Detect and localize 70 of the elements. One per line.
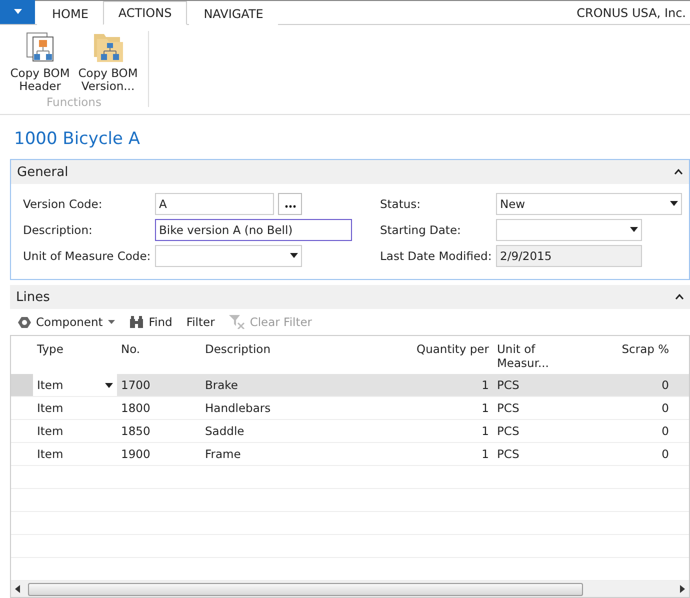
column-header[interactable]: No. — [117, 342, 201, 356]
right-arrow-icon — [680, 585, 685, 593]
table-cell-text: PCS — [496, 447, 520, 461]
caret-icon — [670, 201, 678, 206]
table-cell-text: Saddle — [204, 424, 246, 438]
hierarchy-folder-icon — [92, 31, 124, 63]
table-cell-text: PCS — [496, 424, 520, 438]
toolbar-button[interactable]: Find — [128, 315, 172, 329]
chevron-icon — [675, 294, 684, 300]
table-cell-text: 0 — [660, 401, 670, 415]
company-name: CRONUS USA, Inc. — [576, 6, 686, 20]
chevron-icon — [674, 169, 683, 175]
hierarchy-document-icon — [24, 31, 56, 63]
column-header[interactable]: Quantity per — [401, 342, 493, 356]
table-cell-text: Item — [36, 447, 64, 461]
clear-filter-icon — [228, 315, 245, 329]
ribbon-tab[interactable]: ACTIONS — [103, 1, 187, 25]
table-cell-text: 1 — [480, 424, 490, 438]
field-label: Status: — [380, 196, 422, 210]
table-cell-text: 1900 — [120, 447, 152, 461]
table-cell-text: 1 — [480, 378, 490, 392]
caret-icon — [108, 320, 115, 324]
hexagon-icon — [18, 316, 31, 328]
table-cell-text: PCS — [496, 401, 520, 415]
table-cell-text: Item — [36, 424, 64, 438]
field-label: Last Date Modified: — [380, 248, 493, 262]
caret-icon — [14, 9, 22, 14]
table-cell-text: 0 — [660, 378, 670, 392]
ribbon-action-button[interactable]: Copy BOM Version... — [74, 31, 142, 93]
field-label: Description: — [23, 222, 94, 236]
version-code-field[interactable]: A — [155, 192, 274, 214]
table-cell-text: Brake — [204, 378, 239, 392]
binoculars-icon — [128, 316, 144, 328]
dropdown-field[interactable]: New — [496, 192, 682, 214]
table-cell-text: 1850 — [120, 424, 152, 438]
table-cell-text: 1 — [480, 401, 490, 415]
toolbar-button[interactable]: Filter — [186, 315, 215, 329]
table-cell-text: PCS — [496, 378, 520, 392]
input-field[interactable]: Bike version A (no Bell) — [155, 218, 352, 240]
group-label: Functions — [46, 95, 102, 109]
field-label: Starting Date: — [380, 222, 462, 236]
column-header[interactable]: Type — [33, 342, 117, 356]
lookup-button[interactable] — [278, 192, 302, 214]
table-cell-text: Handlebars — [204, 401, 272, 415]
table-cell-text: 0 — [660, 424, 670, 438]
table-cell-text: 1 — [480, 447, 490, 461]
page-title: 1000 Bicycle A — [13, 128, 142, 151]
readonly-field: 2/9/2015 — [496, 244, 642, 266]
caret-icon — [290, 253, 298, 258]
section-header[interactable]: General — [11, 160, 689, 184]
table-cell-text: 1800 — [120, 401, 152, 415]
toolbar-button[interactable]: Component — [18, 315, 115, 329]
app-menu-button[interactable] — [0, 0, 35, 24]
section-header[interactable]: Lines — [10, 285, 690, 309]
table-cell-text: 0 — [660, 447, 670, 461]
ellipsis-icon — [284, 205, 296, 208]
field-label: Version Code: — [23, 196, 104, 210]
ribbon-action-button[interactable]: Copy BOM Header — [6, 31, 74, 93]
table-cell-text: Frame — [204, 447, 242, 461]
caret-icon — [105, 382, 113, 388]
type-dropdown[interactable]: Item — [33, 374, 117, 396]
column-header[interactable]: Description — [201, 342, 401, 356]
caret-icon — [630, 227, 638, 232]
table-cell-text: 1700 — [120, 378, 152, 392]
table-row[interactable]: Item 1700 Brake 1 PCS 0 — [11, 374, 689, 397]
table-cell-text: Item — [36, 401, 64, 415]
field-label: Unit of Measure Code: — [23, 248, 152, 262]
column-header[interactable]: Unit of Measur... — [493, 342, 593, 370]
column-header[interactable]: Scrap % — [593, 342, 673, 356]
left-arrow-icon — [15, 585, 20, 593]
